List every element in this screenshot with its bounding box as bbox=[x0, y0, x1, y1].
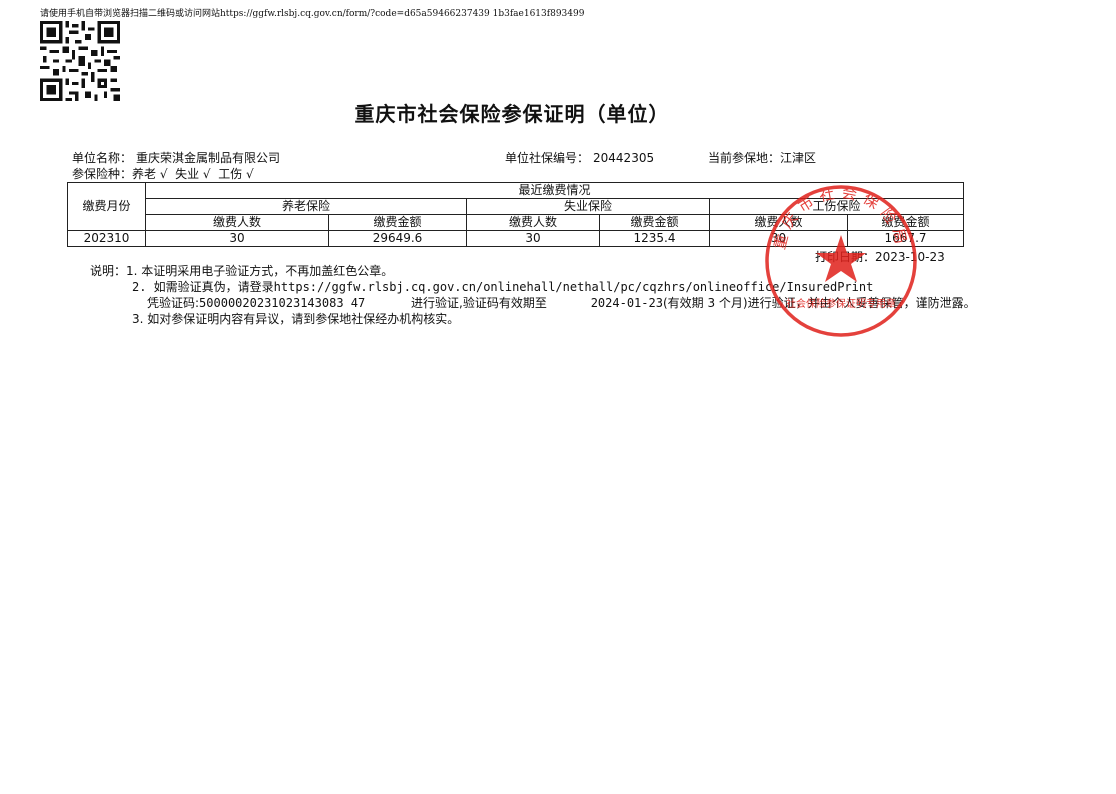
insurance-types-row: 参保险种：养老 √ 失业 √ 工伤 √ bbox=[72, 165, 258, 182]
expiry-date: 2024-01-23 bbox=[590, 296, 663, 310]
unemployment-header: 失业保险 bbox=[466, 198, 710, 215]
location-row: 当前参保地：江津区 bbox=[708, 149, 820, 166]
pension-header: 养老保险 bbox=[145, 198, 467, 215]
notes-label: 说明： bbox=[90, 264, 127, 278]
verify-prefix: 凭验证码: bbox=[147, 296, 200, 310]
unit-name-row: 单位名称： 重庆荣淇金属制品有限公司 bbox=[72, 149, 284, 166]
page-title: 重庆市社会保险参保证明（单位） bbox=[354, 102, 670, 126]
pension-amount-header: 缴费金额 bbox=[328, 214, 467, 231]
top-notice: 请使用手机自带浏览器扫描二维码或访问网站https://ggfw.rlsbj.c… bbox=[40, 9, 585, 19]
svg-text:社会保险参保证明专用章: 社会保险参保证明专用章 bbox=[786, 297, 896, 310]
qr-code[interactable] bbox=[40, 21, 120, 101]
verify-code[interactable]: 50000020231023143083 47 bbox=[199, 296, 365, 310]
note-1: 1. 本证明采用电子验证方式，不再加盖红色公章。 bbox=[126, 264, 394, 278]
cell-pension-amount: 29649.6 bbox=[328, 230, 467, 247]
location: 江津区 bbox=[780, 151, 817, 165]
unit-code-row: 单位社保编号： 20442305 bbox=[505, 149, 658, 166]
official-seal: 重庆市社会保险局 社会保险参保证明专用章 bbox=[765, 183, 917, 337]
cell-pension-people: 30 bbox=[145, 230, 329, 247]
unit-name: 重庆荣淇金属制品有限公司 bbox=[136, 151, 281, 165]
unit-code: 20442305 bbox=[593, 151, 655, 165]
cell-unemployment-amount: 1235.4 bbox=[599, 230, 710, 247]
note-3: 3. 如对参保证明内容有异议，请到参保地社保经办机构核实。 bbox=[132, 312, 460, 326]
pension-people-header: 缴费人数 bbox=[145, 214, 329, 231]
unemployment-people-header: 缴费人数 bbox=[466, 214, 600, 231]
insurance-types: 养老 √ 失业 √ 工伤 √ bbox=[132, 167, 254, 181]
unemployment-amount-header: 缴费金额 bbox=[599, 214, 710, 231]
cell-unemployment-people: 30 bbox=[466, 230, 600, 247]
unit-code-label: 单位社保编号： bbox=[505, 151, 590, 165]
verify-mid: 进行验证,验证码有效期至 bbox=[411, 296, 547, 310]
unit-name-label: 单位名称： bbox=[72, 151, 133, 165]
cell-month: 202310 bbox=[67, 230, 146, 247]
month-header: 缴费月份 bbox=[67, 182, 146, 231]
insurance-types-label: 参保险种： bbox=[72, 167, 133, 181]
location-label: 当前参保地： bbox=[708, 151, 781, 165]
